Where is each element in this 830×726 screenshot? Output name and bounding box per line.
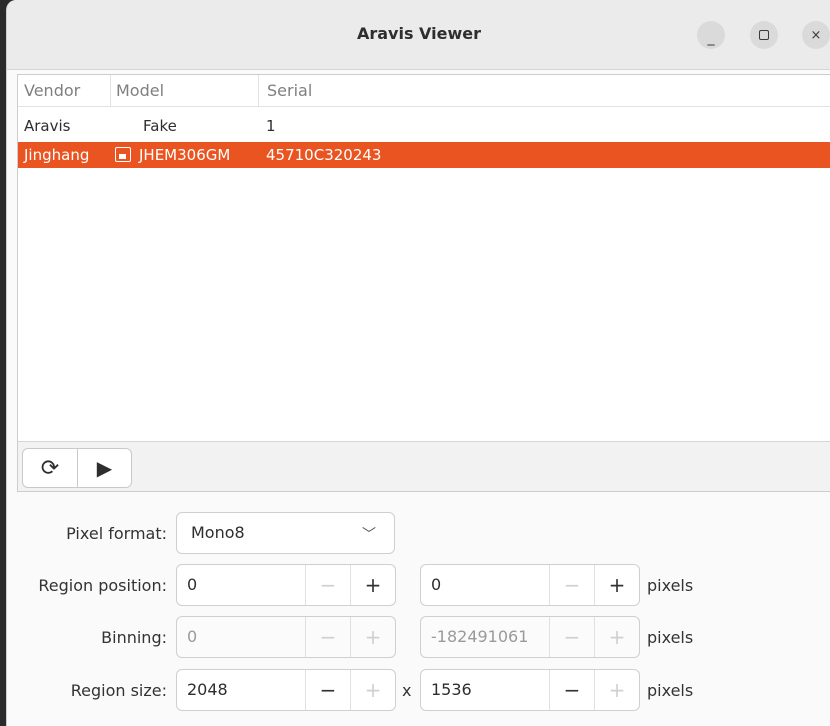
region-size-width-value[interactable]: 2048 xyxy=(187,680,228,699)
increment-button[interactable]: + xyxy=(350,670,395,710)
region-position-unit: pixels xyxy=(647,576,694,595)
binning-unit: pixels xyxy=(647,628,694,647)
binning-x-value[interactable]: 0 xyxy=(187,627,197,646)
region-position-label: Region position: xyxy=(38,576,167,595)
camera-vendor: Aravis xyxy=(24,117,71,135)
size-separator: x xyxy=(402,681,412,700)
camera-model: Fake xyxy=(143,117,177,135)
increment-button[interactable]: + xyxy=(350,565,395,605)
decrement-button[interactable]: − xyxy=(305,565,350,605)
camera-serial: 1 xyxy=(266,117,276,135)
decrement-button[interactable]: − xyxy=(549,617,594,657)
pixel-format-label: Pixel format: xyxy=(66,524,167,543)
region-position-x-spinner[interactable]: 0 − + xyxy=(176,564,396,606)
increment-button[interactable]: + xyxy=(594,565,639,605)
refresh-button[interactable]: ⟳ xyxy=(23,449,77,487)
increment-button[interactable]: + xyxy=(594,670,639,710)
increment-button[interactable]: + xyxy=(350,617,395,657)
pixel-format-value: Mono8 xyxy=(191,523,245,542)
camera-serial: 45710C320243 xyxy=(266,146,382,164)
decrement-button[interactable]: − xyxy=(549,565,594,605)
region-size-width-spinner[interactable]: 2048 − + xyxy=(176,669,396,711)
increment-button[interactable]: + xyxy=(594,617,639,657)
camera-list-toolbar: ⟳ ▶ xyxy=(18,441,830,491)
minimize-button[interactable]: _ xyxy=(697,21,725,49)
region-position-y-value[interactable]: 0 xyxy=(431,575,441,594)
refresh-icon: ⟳ xyxy=(40,455,60,481)
camera-vendor: Jinghang xyxy=(24,146,90,164)
column-header-serial[interactable]: Serial xyxy=(261,81,312,100)
maximize-button[interactable] xyxy=(750,21,778,49)
column-header-vendor[interactable]: Vendor xyxy=(18,81,80,100)
camera-row-selected[interactable]: Jinghang JHEM306GM 45710C320243 xyxy=(18,142,830,168)
region-size-label: Region size: xyxy=(70,681,167,700)
aravis-viewer-window: Aravis Viewer _ × Vendor Model Serial Ar… xyxy=(6,0,830,726)
region-size-unit: pixels xyxy=(647,681,694,700)
column-separator[interactable] xyxy=(258,75,259,107)
pixel-format-dropdown[interactable]: Mono8 ﹀ xyxy=(176,512,395,554)
network-camera-icon xyxy=(115,147,131,162)
decrement-button[interactable]: − xyxy=(305,670,350,710)
camera-list-header: Vendor Model Serial xyxy=(18,75,830,107)
minimize-icon: _ xyxy=(707,30,715,46)
close-button[interactable]: × xyxy=(802,21,830,49)
chevron-down-icon: ﹀ xyxy=(362,527,376,543)
binning-x-spinner[interactable]: 0 − + xyxy=(176,616,396,658)
binning-label: Binning: xyxy=(101,628,167,647)
maximize-icon xyxy=(759,30,769,40)
toolbar-button-group: ⟳ ▶ xyxy=(22,448,132,488)
decrement-button[interactable]: − xyxy=(305,617,350,657)
close-icon: × xyxy=(810,27,822,43)
binning-y-spinner[interactable]: -182491061 − + xyxy=(420,616,640,658)
camera-row[interactable]: Aravis Fake 1 xyxy=(18,113,830,139)
region-size-height-value[interactable]: 1536 xyxy=(431,680,472,699)
header-bar: Aravis Viewer _ × xyxy=(7,0,830,70)
decrement-button[interactable]: − xyxy=(549,670,594,710)
region-size-height-spinner[interactable]: 1536 − + xyxy=(420,669,640,711)
column-header-model[interactable]: Model xyxy=(110,81,164,100)
camera-list: Vendor Model Serial Aravis Fake 1 Jingha… xyxy=(17,74,830,492)
camera-model: JHEM306GM xyxy=(139,146,231,164)
play-icon: ▶ xyxy=(96,456,113,480)
start-acquisition-button[interactable]: ▶ xyxy=(76,449,131,487)
region-position-x-value[interactable]: 0 xyxy=(187,575,197,594)
region-position-y-spinner[interactable]: 0 − + xyxy=(420,564,640,606)
binning-y-value[interactable]: -182491061 xyxy=(431,627,528,646)
